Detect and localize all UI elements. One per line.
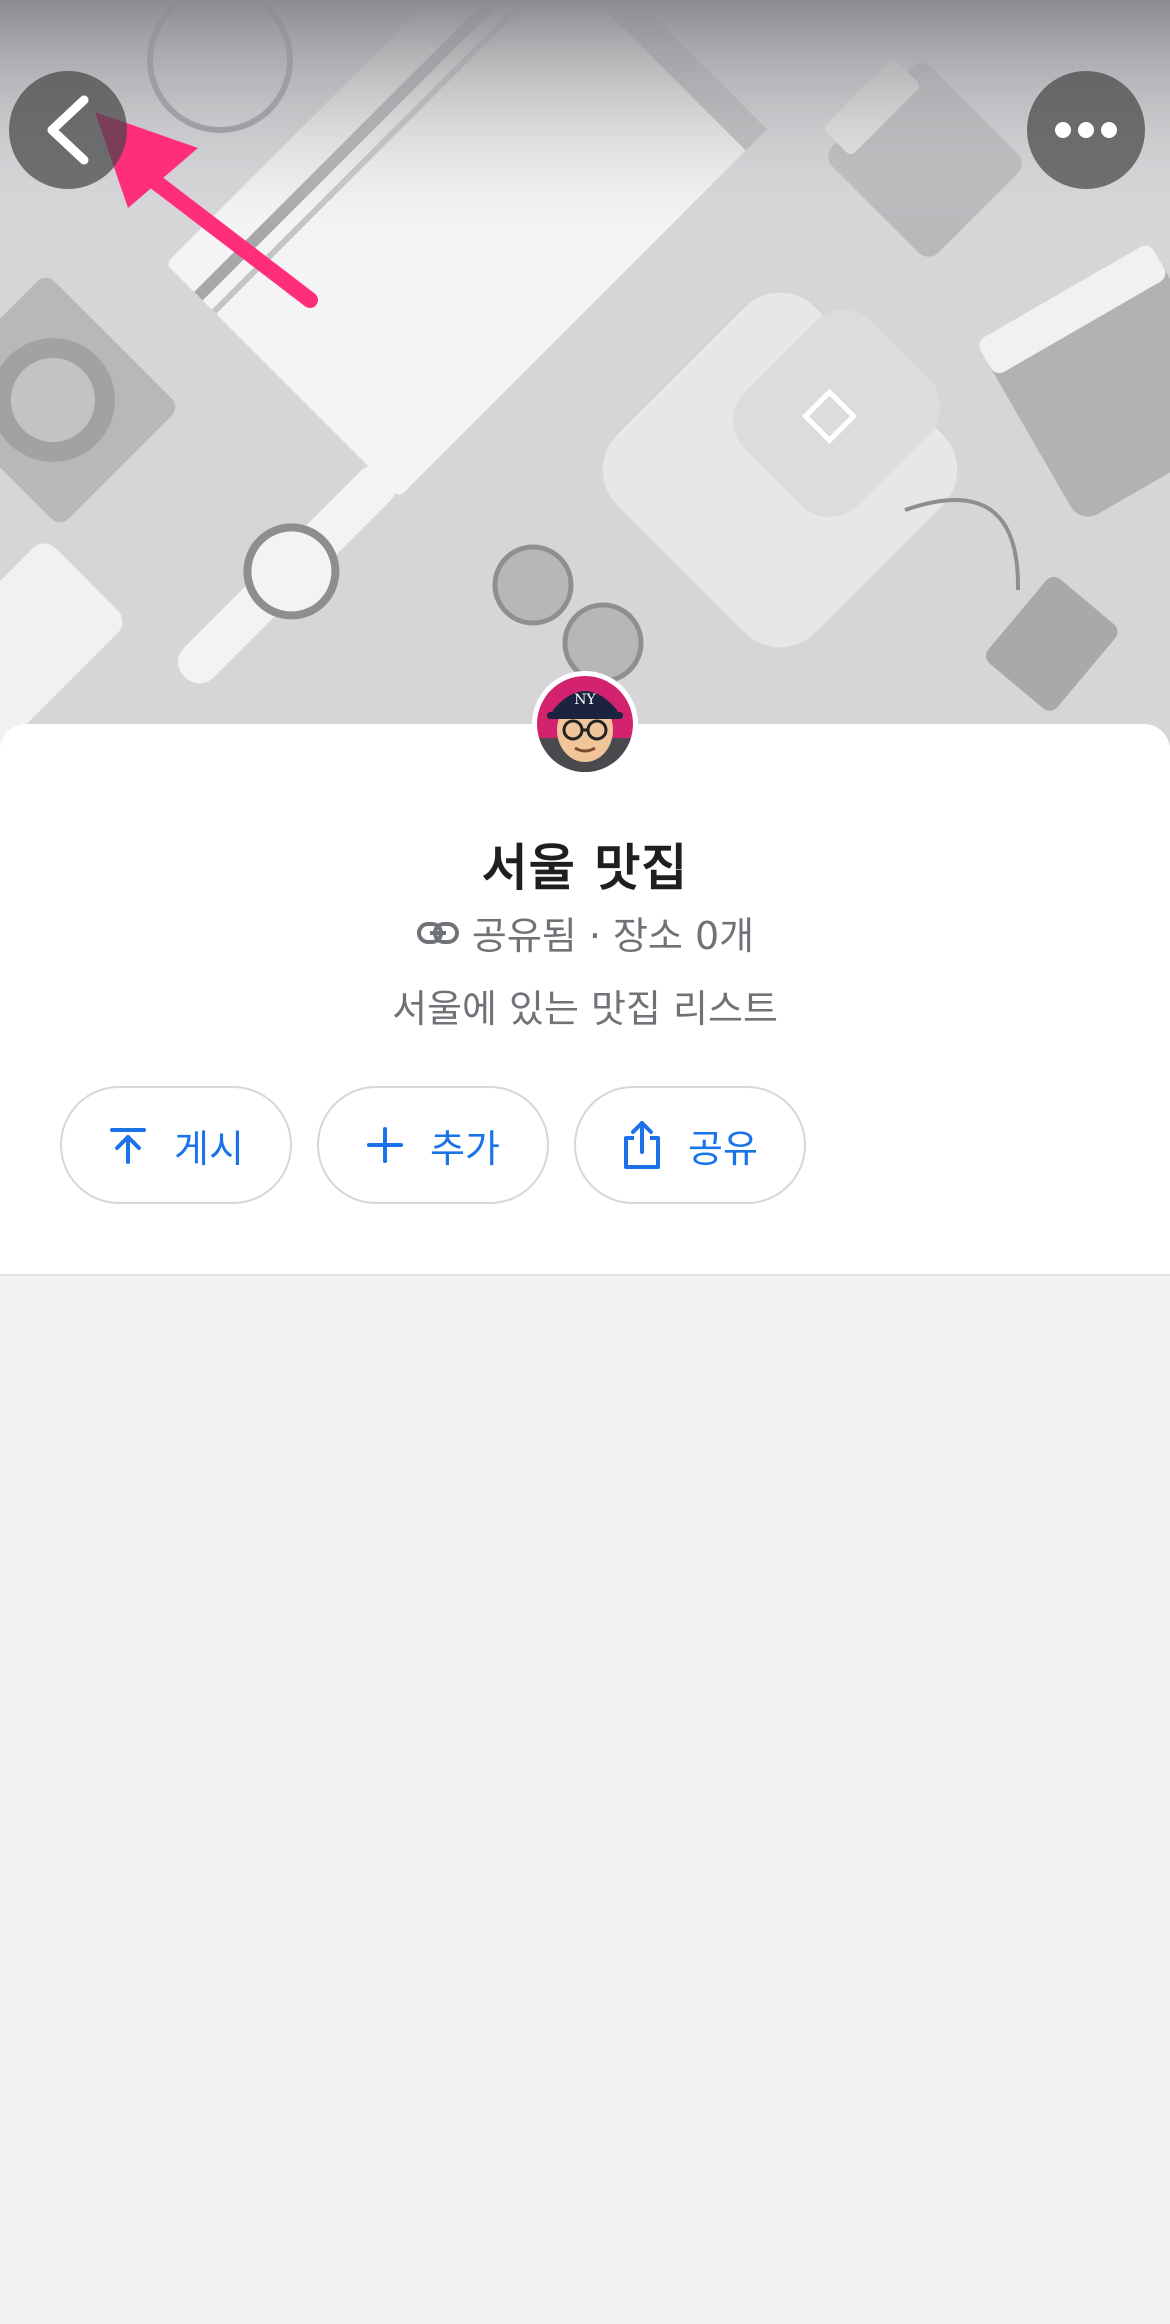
cover-art bbox=[0, 0, 1170, 760]
list-description: 서울에 있는 맛집 리스트 bbox=[392, 987, 778, 1031]
svg-text:NY: NY bbox=[574, 692, 596, 708]
back-button[interactable] bbox=[9, 71, 127, 189]
cover-illustration bbox=[0, 0, 1170, 760]
add-button[interactable]: 추가 bbox=[317, 1086, 549, 1204]
plus-icon bbox=[366, 1126, 404, 1164]
chevron-left-icon bbox=[47, 95, 89, 165]
post-label: 게시 bbox=[174, 1126, 244, 1171]
share-icon bbox=[622, 1120, 662, 1170]
more-options-button[interactable] bbox=[1027, 71, 1145, 189]
more-horizontal-icon bbox=[1055, 122, 1117, 138]
list-meta: 공유됨 · 장소 0개 bbox=[0, 905, 1170, 960]
owner-avatar[interactable]: NY bbox=[532, 671, 638, 777]
share-label: 공유 bbox=[688, 1126, 758, 1171]
list-title: 서울 맛집 bbox=[481, 839, 689, 897]
avatar-image: NY bbox=[537, 676, 633, 772]
post-button[interactable]: 게시 bbox=[60, 1086, 292, 1204]
link-icon bbox=[416, 921, 460, 945]
share-button[interactable]: 공유 bbox=[574, 1086, 806, 1204]
shared-status-text: 공유됨 · 장소 0개 bbox=[471, 914, 755, 958]
publish-icon bbox=[108, 1125, 148, 1165]
add-label: 추가 bbox=[430, 1126, 500, 1171]
action-buttons: 게시 추가 공유 bbox=[60, 1086, 806, 1204]
